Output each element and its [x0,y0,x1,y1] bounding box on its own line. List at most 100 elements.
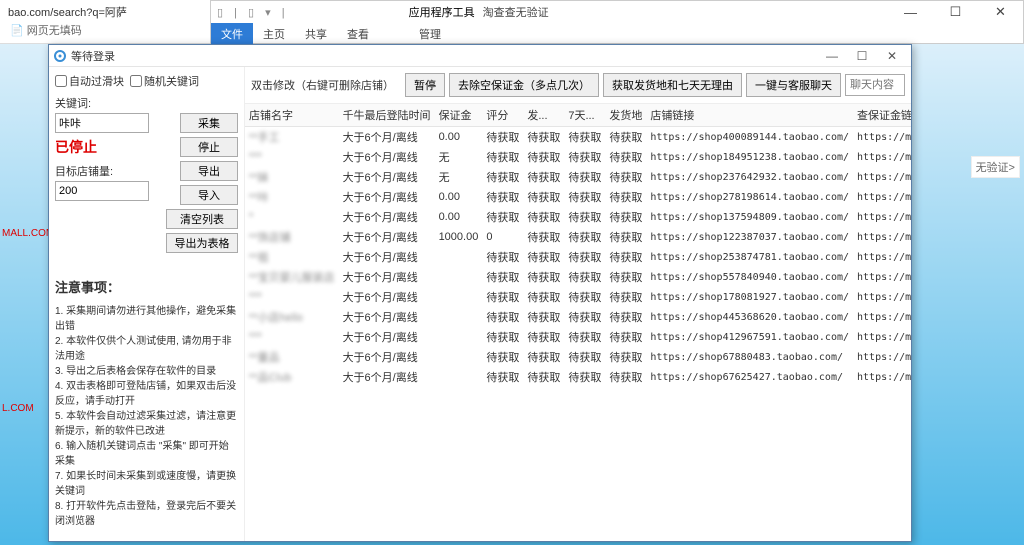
cell: https://shop445368620.taobao.com/ [646,307,853,327]
cell: https://market.m.taobao.com/c [853,367,911,387]
export-button[interactable]: 导出 [180,161,238,181]
cell: 待获取 [605,247,646,267]
quick-access-toolbar[interactable]: ▯ | ▯ ▾ | [211,6,289,19]
one-chat-button[interactable]: 一键与客服聊天 [746,73,841,97]
cell: https://market.m.taobao.com/c [853,127,911,148]
data-table: 店铺名字千牛最后登陆时间保证金评分发...7天...发货地店铺链接查保证金链接 … [245,104,911,387]
import-button[interactable]: 导入 [180,185,238,205]
explorer-close-button[interactable]: ✕ [978,1,1023,23]
cell: 待获取 [482,367,523,387]
table-row[interactable]: **手工大于6个月/离线0.00待获取待获取待获取待获取https://shop… [245,127,911,148]
app-titlebar[interactable]: 等待登录 — ☐ ✕ [49,45,911,67]
table-row[interactable]: **妹大于6个月/离线无待获取待获取待获取待获取https://shop2376… [245,167,911,187]
ribbon-home-tab[interactable]: 主页 [253,23,295,45]
data-table-wrap[interactable]: 店铺名字千牛最后登陆时间保证金评分发...7天...发货地店铺链接查保证金链接 … [245,104,911,541]
cell [435,367,483,387]
cell: 待获取 [523,147,564,167]
cell: https://market.m.taobao.com/c [853,247,911,267]
cell [435,267,483,287]
cell: 大于6个月/离线 [339,327,435,347]
get-ship-button[interactable]: 获取发货地和七天无理由 [603,73,742,97]
cell: https://shop122387037.taobao.com/ [646,227,853,247]
cell: https://market.m.taobao.com/c [853,327,911,347]
cell: 待获取 [605,227,646,247]
table-row[interactable]: **小店hello大于6个月/离线待获取待获取待获取待获取https://sho… [245,307,911,327]
stop-button[interactable]: 停止 [180,137,238,157]
collect-button[interactable]: 采集 [180,113,238,133]
column-header[interactable]: 保证金 [435,104,483,127]
chat-content-input[interactable] [845,74,905,96]
table-row[interactable]: ***大于6个月/离线待获取待获取待获取待获取https://shop17808… [245,287,911,307]
cell: 待获取 [564,247,605,267]
cell: 大于6个月/离线 [339,367,435,387]
explorer-maximize-button[interactable]: ☐ [933,1,978,23]
table-row[interactable]: **宝贝婴儿服装店大于6个月/离线待获取待获取待获取待获取https://sho… [245,267,911,287]
column-header[interactable]: 千牛最后登陆时间 [339,104,435,127]
column-header[interactable]: 发货地 [605,104,646,127]
table-row[interactable]: ***大于6个月/离线待获取待获取待获取待获取https://shop41296… [245,327,911,347]
ribbon-view-tab[interactable]: 查看 [337,23,379,45]
column-header[interactable]: 店铺链接 [646,104,853,127]
app-close-button[interactable]: ✕ [877,46,907,66]
cell: 待获取 [482,307,523,327]
target-input[interactable] [55,181,149,201]
cell: **咔 [245,187,339,207]
table-row[interactable]: **量品大于6个月/离线待获取待获取待获取待获取https://shop6788… [245,347,911,367]
left-panel: 自动过滑块 随机关键词 关键词: 已停止 目标店铺量: 采集 停止 导出 导入 … [49,67,245,541]
pause-button[interactable]: 暂停 [405,73,445,97]
auto-slide-checkbox[interactable]: 自动过滑块 [55,73,124,89]
app-maximize-button[interactable]: ☐ [847,46,877,66]
remove-deposit-button[interactable]: 去除空保证金（多点几次） [449,73,599,97]
random-keyword-checkbox[interactable]: 随机关键词 [130,73,199,89]
cell [435,287,483,307]
cell: 待获取 [605,127,646,148]
column-header[interactable]: 发... [523,104,564,127]
table-row[interactable]: **祖大于6个月/离线待获取待获取待获取待获取https://shop25387… [245,247,911,267]
cell: 待获取 [482,287,523,307]
bg-text-1: MALL.COM [2,228,54,239]
bg-right-text: 无验证> [971,156,1020,178]
cell: 待获取 [564,127,605,148]
cell: 待获取 [564,147,605,167]
keyword-input[interactable] [55,113,149,133]
ribbon-file-tab[interactable]: 文件 [211,23,253,45]
cell: 待获取 [564,347,605,367]
app-icon [53,49,67,63]
address-bar-fragment: bao.com/search?q=阿萨 [8,7,127,19]
table-row[interactable]: *大于6个月/离线0.00待获取待获取待获取待获取https://shop137… [245,207,911,227]
cell: 待获取 [523,367,564,387]
clear-list-button[interactable]: 清空列表 [166,209,238,229]
cell [435,247,483,267]
app-title: 等待登录 [71,48,115,64]
table-row[interactable]: **饰店铺大于6个月/离线1000.000待获取待获取待获取https://sh… [245,227,911,247]
explorer-minimize-button[interactable]: — [888,1,933,23]
cell: 大于6个月/离线 [339,267,435,287]
cell: 待获取 [564,367,605,387]
cell: https://market.m.taobao.com/c [853,147,911,167]
cell: https://market.m.taobao.com/c [853,227,911,247]
main-area: 双击修改（右键可删除店铺） 暂停 去除空保证金（多点几次） 获取发货地和七天无理… [245,67,911,541]
table-row[interactable]: **品Club大于6个月/离线待获取待获取待获取待获取https://shop6… [245,367,911,387]
cell: https://market.m.taobao.com/c [853,187,911,207]
ribbon-share-tab[interactable]: 共享 [295,23,337,45]
cell: 待获取 [523,287,564,307]
cell: 待获取 [482,247,523,267]
ribbon-manage-tab[interactable]: 管理 [409,23,451,45]
cell: 待获取 [564,167,605,187]
cell: 待获取 [564,267,605,287]
cell: 待获取 [605,207,646,227]
column-header[interactable]: 店铺名字 [245,104,339,127]
column-header[interactable]: 查保证金链接 [853,104,911,127]
main-app-window: 等待登录 — ☐ ✕ 自动过滑块 随机关键词 关键词: 已停止 目标店铺量: [48,44,912,542]
cell: 大于6个月/离线 [339,127,435,148]
cell: 待获取 [523,167,564,187]
export-table-button[interactable]: 导出为表格 [166,233,238,253]
app-minimize-button[interactable]: — [817,46,847,66]
cell: https://market.m.taobao.com/c [853,207,911,227]
table-row[interactable]: ***大于6个月/离线无待获取待获取待获取待获取https://shop1849… [245,147,911,167]
column-header[interactable]: 7天... [564,104,605,127]
cell: 待获取 [605,147,646,167]
table-row[interactable]: **咔大于6个月/离线0.00待获取待获取待获取待获取https://shop2… [245,187,911,207]
column-header[interactable]: 评分 [482,104,523,127]
cell: 待获取 [605,347,646,367]
